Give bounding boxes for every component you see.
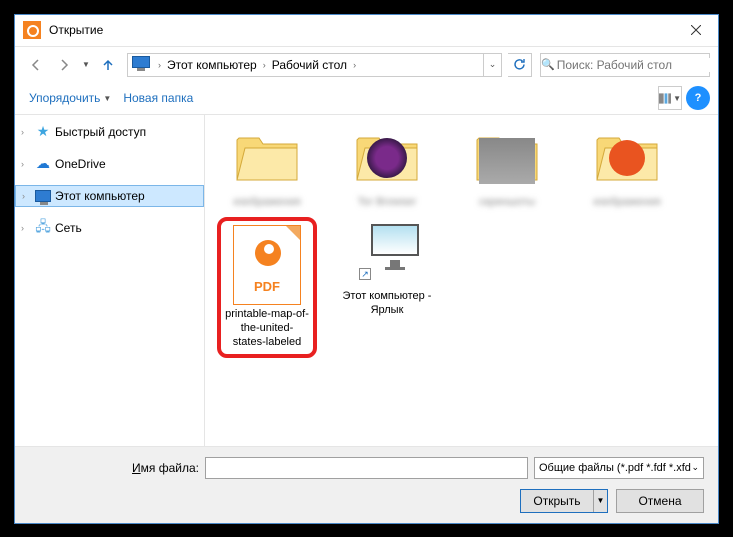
folder-item[interactable]: изображения bbox=[577, 123, 677, 209]
pc-shortcut-icon: ↗ bbox=[347, 217, 427, 287]
folder-item[interactable]: скриншоты bbox=[457, 123, 557, 209]
filter-label: Общие файлы (*.pdf *.fdf *.xfd bbox=[539, 462, 691, 474]
refresh-icon bbox=[513, 58, 526, 71]
filename-row: Имя файла: Общие файлы (*.pdf *.fdf *.xf… bbox=[29, 457, 704, 479]
arrow-left-icon bbox=[29, 58, 43, 72]
this-pc-icon bbox=[130, 54, 152, 76]
pdf-file-item[interactable]: PDF printable-map-of-the-united-states-l… bbox=[217, 217, 317, 358]
chevron-right-icon: › bbox=[21, 159, 24, 169]
network-icon: 🖧 bbox=[35, 220, 51, 236]
chevron-right-icon: › bbox=[154, 60, 165, 70]
nav-history-dropdown[interactable]: ▼ bbox=[79, 60, 93, 69]
nav-up-button[interactable] bbox=[95, 52, 121, 78]
chevron-right-icon: › bbox=[349, 60, 360, 70]
sidebar-label: Этот компьютер bbox=[55, 189, 145, 203]
new-folder-button[interactable]: Новая папка bbox=[117, 87, 199, 109]
button-row: Открыть ▼ Отмена bbox=[29, 489, 704, 513]
photo-thumb bbox=[479, 138, 535, 184]
folder-label: изображения bbox=[217, 195, 317, 209]
shortcut-item[interactable]: ↗ Этот компьютер - Ярлык bbox=[337, 217, 437, 358]
folder-item[interactable]: Tor Browser bbox=[337, 123, 437, 209]
app-icon bbox=[23, 21, 41, 39]
search-box[interactable]: 🔍 bbox=[540, 53, 710, 77]
organize-menu[interactable]: Упорядочить ▼ bbox=[23, 87, 117, 109]
chevron-right-icon: › bbox=[259, 60, 270, 70]
ubuntu-icon bbox=[609, 140, 645, 176]
folder-item[interactable]: изображения bbox=[217, 123, 317, 209]
window-title: Открытие bbox=[49, 23, 673, 37]
open-button[interactable]: Открыть ▼ bbox=[520, 489, 608, 513]
folder-label: изображения bbox=[577, 195, 677, 209]
organize-label: Упорядочить bbox=[29, 91, 100, 105]
toolbar: Упорядочить ▼ Новая папка ▼ ? bbox=[15, 83, 718, 115]
filename-label: Имя файла: bbox=[29, 461, 199, 475]
body-area: › ★ Быстрый доступ › ☁ OneDrive › Этот к… bbox=[15, 115, 718, 446]
star-icon: ★ bbox=[35, 124, 51, 140]
footer: Имя файла: Общие файлы (*.pdf *.fdf *.xf… bbox=[15, 446, 718, 523]
breadcrumb[interactable]: › Этот компьютер › Рабочий стол › ⌄ bbox=[127, 53, 502, 77]
sidebar-item-onedrive[interactable]: › ☁ OneDrive bbox=[15, 153, 204, 175]
shortcut-arrow-icon: ↗ bbox=[359, 268, 371, 280]
nav-bar: ▼ › Этот компьютер › Рабочий стол › ⌄ 🔍 bbox=[15, 47, 718, 83]
shortcut-label: Этот компьютер - Ярлык bbox=[337, 289, 437, 318]
refresh-button[interactable] bbox=[508, 53, 532, 77]
nav-back-button[interactable] bbox=[23, 52, 49, 78]
close-button[interactable] bbox=[673, 14, 718, 46]
folder-icon bbox=[347, 123, 427, 193]
chevron-right-icon: › bbox=[21, 127, 24, 137]
monitor-icon bbox=[35, 188, 51, 204]
breadcrumb-folder[interactable]: Рабочий стол bbox=[270, 58, 349, 72]
view-icon bbox=[659, 93, 671, 104]
help-button[interactable]: ? bbox=[686, 86, 710, 110]
folder-icon bbox=[587, 123, 667, 193]
new-folder-label: Новая папка bbox=[123, 91, 193, 105]
pdf-icon: PDF bbox=[233, 225, 301, 305]
search-input[interactable] bbox=[555, 58, 712, 72]
sidebar: › ★ Быстрый доступ › ☁ OneDrive › Этот к… bbox=[15, 115, 205, 446]
close-icon bbox=[691, 25, 701, 35]
sidebar-label: Сеть bbox=[55, 221, 82, 235]
folder-icon bbox=[227, 123, 307, 193]
sidebar-item-network[interactable]: › 🖧 Сеть bbox=[15, 217, 204, 239]
chevron-right-icon: › bbox=[22, 191, 25, 201]
file-type-filter[interactable]: Общие файлы (*.pdf *.fdf *.xfd ⌄ bbox=[534, 457, 704, 479]
file-list: изображения Tor Browser скриншоты bbox=[205, 115, 718, 446]
cancel-button[interactable]: Отмена bbox=[616, 489, 704, 513]
chevron-down-icon: ▼ bbox=[593, 490, 607, 512]
tor-icon bbox=[367, 138, 407, 178]
pdf-file-label: printable-map-of-the-united-states-label… bbox=[225, 307, 309, 350]
pdf-badge: PDF bbox=[234, 279, 300, 294]
chevron-down-icon: ⌄ bbox=[691, 462, 699, 473]
sidebar-item-this-pc[interactable]: › Этот компьютер bbox=[15, 185, 204, 207]
sidebar-label: Быстрый доступ bbox=[55, 125, 146, 139]
open-label: Открыть bbox=[521, 494, 593, 508]
cloud-icon: ☁ bbox=[35, 156, 51, 172]
sidebar-label: OneDrive bbox=[55, 157, 106, 171]
chevron-down-icon: ▼ bbox=[103, 94, 111, 103]
chevron-right-icon: › bbox=[21, 223, 24, 233]
chevron-down-icon: ▼ bbox=[673, 94, 681, 103]
nav-forward-button[interactable] bbox=[51, 52, 77, 78]
breadcrumb-root[interactable]: Этот компьютер bbox=[165, 58, 259, 72]
arrow-up-icon bbox=[101, 58, 115, 72]
arrow-right-icon bbox=[57, 58, 71, 72]
folder-icon bbox=[467, 123, 547, 193]
view-options-button[interactable]: ▼ bbox=[658, 86, 682, 110]
folder-label: скриншоты bbox=[457, 195, 557, 209]
search-icon: 🔍 bbox=[541, 58, 555, 71]
titlebar: Открытие bbox=[15, 15, 718, 47]
breadcrumb-dropdown[interactable]: ⌄ bbox=[483, 54, 501, 76]
open-dialog: Открытие ▼ › Этот компьютер › Рабочий ст… bbox=[14, 14, 719, 524]
folder-label: Tor Browser bbox=[337, 195, 437, 209]
sidebar-item-quick-access[interactable]: › ★ Быстрый доступ bbox=[15, 121, 204, 143]
filename-input[interactable] bbox=[205, 457, 528, 479]
